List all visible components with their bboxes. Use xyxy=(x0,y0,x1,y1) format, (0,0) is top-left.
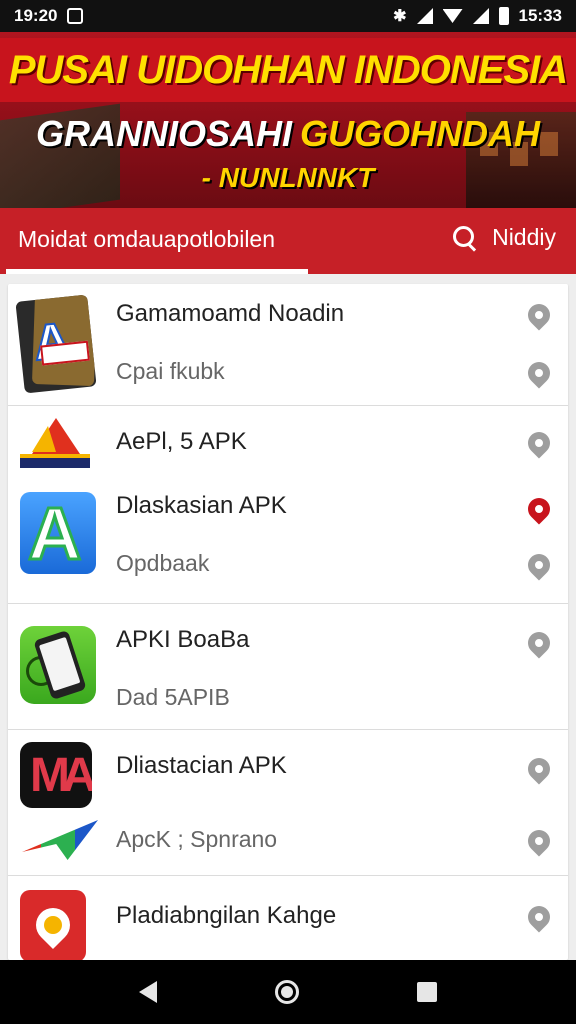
status-clock: 15:33 xyxy=(518,6,562,25)
map-pin-app-icon xyxy=(20,890,86,960)
list-item-subtitle: ApcK ; Spnrano xyxy=(116,826,278,852)
location-pin-icon[interactable] xyxy=(523,549,555,581)
list-item[interactable]: APKI BoaBa Dad 5APIB xyxy=(8,604,568,730)
app-list: A Gamamoamd Noadin Cpai fkubk AePl, 5 AP… xyxy=(8,284,568,960)
list-item[interactable]: AePl, 5 APK xyxy=(8,406,568,478)
location-pin-icon[interactable] xyxy=(523,753,555,785)
wifi-icon xyxy=(442,9,463,23)
search-icon xyxy=(452,225,478,251)
list-item-title: Gamamoamd Noadin xyxy=(116,300,345,327)
ma-glyph: MA xyxy=(30,749,92,802)
signal-icon xyxy=(416,8,433,24)
paper-plane-shape xyxy=(22,820,98,860)
recent-apps-icon[interactable] xyxy=(417,982,437,1002)
banner-subheadline-white: GRANNIOSAHI xyxy=(35,113,292,154)
system-nav-bar xyxy=(0,960,576,1024)
tab-indicator xyxy=(6,269,308,274)
a-glyph: A xyxy=(26,492,82,574)
banner-subheadline-yellow: GUGOHNDAH xyxy=(300,113,540,154)
signal-icon-2 xyxy=(472,8,489,24)
list-item-title: AePl, 5 APK xyxy=(116,428,247,455)
list-item-title: Dliastacian APK xyxy=(116,752,287,779)
location-pin-icon[interactable] xyxy=(523,627,555,659)
blue-a-app-icon: A xyxy=(20,492,96,574)
ma-app-icon: MA xyxy=(20,742,92,808)
location-pin-icon-active[interactable] xyxy=(523,493,555,525)
phone-app-icon xyxy=(20,626,96,704)
list-item-subtitle: Dad 5APIB xyxy=(116,684,230,710)
list-item-title: Pladiabngilan Kahge xyxy=(116,902,337,929)
tab-active[interactable]: Moidat omdauapotlobilen xyxy=(18,226,275,253)
list-item-title: APKI BoaBa xyxy=(116,626,250,653)
location-pin-icon[interactable] xyxy=(523,825,555,857)
triangle-base xyxy=(20,454,90,468)
list-item[interactable]: A Dlaskasian APK Opdbaak xyxy=(8,478,568,604)
location-pin-icon[interactable] xyxy=(523,357,555,389)
banner-subheadline: GRANNIOSAHI GUGOHNDAH xyxy=(0,112,576,156)
banner-headline: PUSAI UIDOHHAN INDONESIA xyxy=(0,38,576,102)
paper-plane-icon xyxy=(20,814,100,868)
list-item-title: Dlaskasian APK xyxy=(116,492,287,519)
tab-bar: Moidat omdauapotlobilen Niddiy xyxy=(0,208,576,274)
card-app-icon: A xyxy=(15,294,97,394)
phone-body xyxy=(33,629,87,701)
list-group: AePl, 5 APK A Dlaskasian APK Opdbaak xyxy=(8,406,568,604)
status-time: 19:20 xyxy=(14,6,58,25)
location-pin-icon[interactable] xyxy=(523,427,555,459)
back-icon[interactable] xyxy=(139,981,157,1003)
status-left: 19:20 xyxy=(14,6,84,26)
list-item-subtitle: Cpai fkubk xyxy=(116,358,225,384)
status-bar: 19:20 ✱ 15:33 xyxy=(0,0,576,32)
battery-icon xyxy=(498,7,509,25)
list-item-subtitle: Opdbaak xyxy=(116,550,210,576)
triangle-app-icon xyxy=(20,418,90,474)
location-pin-icon[interactable] xyxy=(523,299,555,331)
search-button[interactable]: Niddiy xyxy=(452,224,556,251)
list-item[interactable]: MA Dliastacian APK ApcK ; Spnrano xyxy=(8,730,568,876)
search-label: Niddiy xyxy=(492,224,556,250)
location-pin-icon[interactable] xyxy=(523,901,555,933)
bluetooth-icon: ✱ xyxy=(393,8,407,25)
home-icon[interactable] xyxy=(275,980,299,1004)
list-item[interactable]: Pladiabngilan Kahge xyxy=(8,876,568,960)
notification-icon xyxy=(67,8,84,24)
triangle-yellow xyxy=(32,426,56,452)
status-right: ✱ 15:33 xyxy=(393,6,562,26)
map-pin-shape xyxy=(28,900,78,950)
promo-banner[interactable]: PUSAI UIDOHHAN INDONESIA GRANNIOSAHI GUGO… xyxy=(0,32,576,208)
banner-tagline: - NUNLNNKT xyxy=(201,162,375,193)
list-item[interactable]: A Gamamoamd Noadin Cpai fkubk xyxy=(8,284,568,406)
